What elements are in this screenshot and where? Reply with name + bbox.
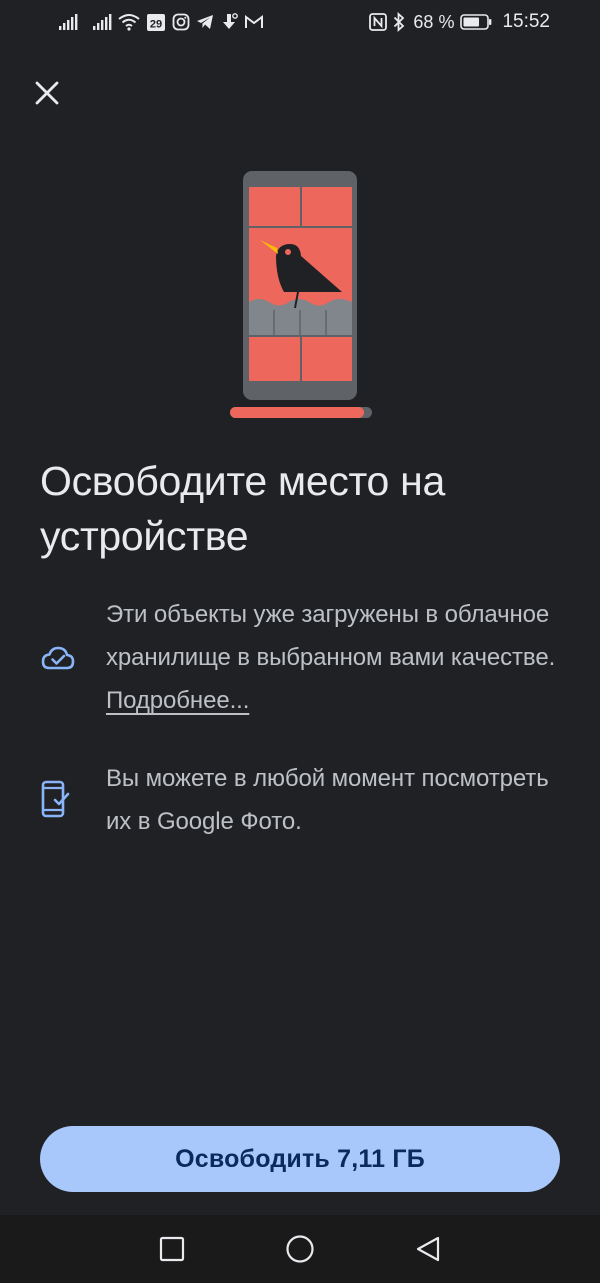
info-icon-wrap (40, 644, 106, 672)
bluetooth-icon (394, 12, 405, 32)
screen: 29 68 % 15:52 Освободите место на устрой… (0, 0, 600, 1283)
recents-button[interactable] (156, 1233, 188, 1265)
status-right: 68 % 15:52 (369, 11, 550, 33)
download-icon (223, 13, 238, 29)
battery-icon (460, 14, 492, 30)
battery-percent: 68 % (413, 11, 455, 32)
telegram-icon (197, 15, 213, 29)
recents-icon (159, 1236, 185, 1262)
home-icon (286, 1235, 314, 1263)
cloud-done-icon (41, 646, 75, 669)
close-button[interactable] (26, 72, 68, 114)
status-bar: 29 68 % 15:52 (0, 0, 600, 44)
info-text-cloud: Эти объекты уже загружены в облачное хра… (106, 593, 560, 722)
phone-bird-illustration (230, 171, 372, 418)
instagram-icon (172, 13, 190, 31)
info-item-phone: Вы можете в любой момент посмотреть их в… (40, 757, 560, 843)
nfc-icon (369, 13, 388, 31)
close-icon (35, 81, 59, 105)
info-text-phone: Вы можете в любой момент посмотреть их в… (106, 765, 549, 835)
learn-more-link[interactable]: Подробнее... (106, 687, 249, 714)
info-item-cloud: Эти объекты уже загружены в облачное хра… (40, 593, 560, 722)
calendar-icon: 29 (147, 14, 165, 31)
info-icon-wrap (40, 780, 106, 820)
navigation-bar (0, 1215, 600, 1283)
home-button[interactable] (284, 1233, 316, 1265)
clock: 15:52 (502, 11, 550, 32)
free-up-space-button[interactable]: Освободить 7,11 ГБ (40, 1126, 560, 1192)
phone-check-icon (41, 780, 70, 818)
back-icon (416, 1236, 440, 1262)
page-title: Освободите место на устройстве (40, 458, 445, 559)
signal-icon (93, 14, 112, 30)
back-button[interactable] (412, 1233, 444, 1265)
calendar-badge: 29 (150, 19, 162, 31)
signal-icon (59, 14, 78, 30)
info-text-cloud-body: Эти объекты уже загружены в облачное хра… (106, 601, 556, 671)
wifi-icon (118, 14, 140, 31)
status-left: 29 (58, 12, 264, 32)
gmail-icon (245, 15, 263, 28)
